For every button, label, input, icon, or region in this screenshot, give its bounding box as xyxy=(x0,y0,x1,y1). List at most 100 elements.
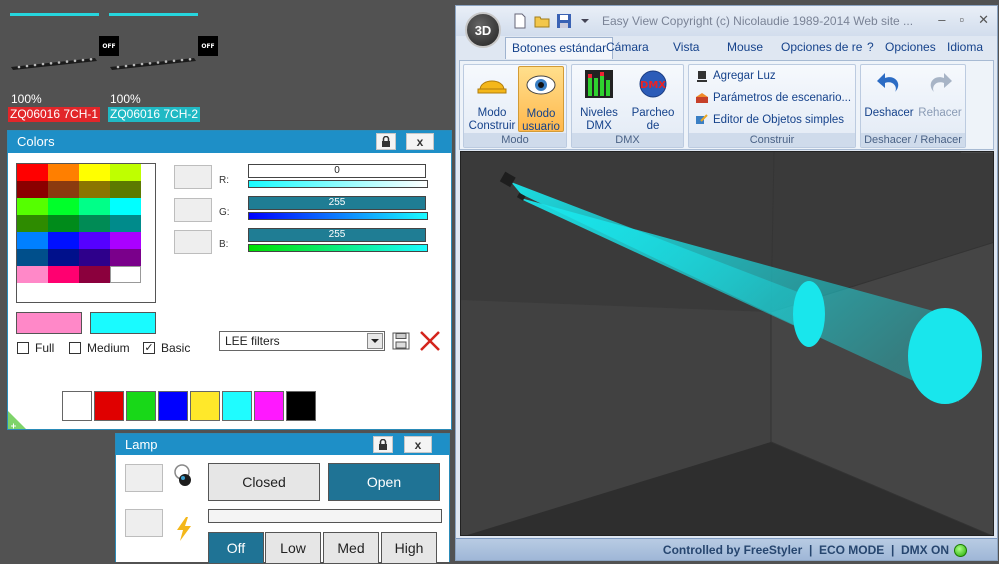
swatch[interactable] xyxy=(79,198,110,215)
fixture-2-name[interactable]: ZQ06016 7CH-2 xyxy=(108,107,201,122)
swatch[interactable] xyxy=(48,232,79,249)
medium-check[interactable]: Medium xyxy=(69,341,130,355)
maximize-icon[interactable]: ▫ xyxy=(959,12,964,28)
swatch[interactable] xyxy=(48,249,79,266)
tab-camara[interactable]: Cámara xyxy=(606,40,649,54)
preset-swatch[interactable] xyxy=(62,391,92,421)
swatch[interactable] xyxy=(79,249,110,266)
swatch[interactable] xyxy=(110,249,141,266)
parametros-escenario-button[interactable]: Parámetros de escenario... xyxy=(695,91,851,105)
blue-slider[interactable] xyxy=(248,244,428,252)
tab-mouse[interactable]: Mouse xyxy=(727,40,763,54)
app-orb-button[interactable]: 3D xyxy=(465,12,501,48)
minimize-icon[interactable]: – xyxy=(938,12,945,28)
red-slider[interactable] xyxy=(248,180,428,188)
agregar-luz-button[interactable]: Agregar Luz xyxy=(695,69,776,83)
new-file-icon[interactable] xyxy=(512,13,528,29)
swatch[interactable] xyxy=(79,181,110,198)
swatch[interactable] xyxy=(48,198,79,215)
swatch[interactable] xyxy=(110,215,141,232)
swatch[interactable] xyxy=(17,181,48,198)
tab-botones-estandar[interactable]: Botones estándar xyxy=(505,37,614,59)
quick-access-menu-icon[interactable] xyxy=(580,13,590,29)
lamp-panel-titlebar[interactable]: Lamp x xyxy=(116,434,449,455)
fixture-2-icon[interactable] xyxy=(108,55,198,71)
3d-viewport[interactable] xyxy=(460,151,994,536)
fixture-1-name[interactable]: ZQ06016 7CH-1 xyxy=(8,107,101,122)
swatch[interactable] xyxy=(17,249,48,266)
lamp-low-button[interactable]: Low xyxy=(265,532,321,564)
basic-check[interactable]: ✓ Basic xyxy=(143,341,190,355)
rehacer-button[interactable]: Rehacer xyxy=(915,66,965,132)
swatch[interactable] xyxy=(17,215,48,232)
basic-checkbox[interactable]: ✓ xyxy=(143,342,155,354)
modo-usuario-button[interactable]: Modo usuario xyxy=(518,66,564,133)
lamp-action-button[interactable] xyxy=(125,509,163,537)
preset-swatch[interactable] xyxy=(222,391,252,421)
delete-icon[interactable] xyxy=(418,330,442,352)
swatch[interactable] xyxy=(79,215,110,232)
swatch[interactable] xyxy=(110,266,141,283)
lamp-close-button[interactable]: x xyxy=(404,436,432,453)
tab-idioma[interactable]: Idioma xyxy=(947,40,983,54)
swatch[interactable] xyxy=(48,181,79,198)
preset-swatch[interactable] xyxy=(190,391,220,421)
deshacer-button[interactable]: Deshacer xyxy=(863,66,915,132)
open-folder-icon[interactable] xyxy=(534,13,550,29)
swatch[interactable] xyxy=(17,266,48,283)
modo-construir-button[interactable]: Modo Construir xyxy=(468,66,516,132)
red-value[interactable]: 0 xyxy=(248,164,426,178)
swatch[interactable] xyxy=(48,266,79,283)
swatch[interactable] xyxy=(79,266,110,283)
tab-help[interactable]: ? xyxy=(867,40,874,54)
resize-grip-icon[interactable] xyxy=(8,409,28,429)
swatch[interactable] xyxy=(48,215,79,232)
swatch[interactable] xyxy=(110,232,141,249)
parcheo-universos-button[interactable]: DMX Parcheo de Universos xyxy=(624,66,682,145)
niveles-dmx-button[interactable]: Niveles DMX xyxy=(576,66,622,132)
color-action-button-3[interactable] xyxy=(174,230,212,254)
chevron-down-icon[interactable] xyxy=(367,333,383,349)
swatch[interactable] xyxy=(110,198,141,215)
tab-opciones[interactable]: Opciones xyxy=(885,40,936,54)
preset-swatch[interactable] xyxy=(126,391,156,421)
color-action-button-1[interactable] xyxy=(174,165,212,189)
full-check[interactable]: Full xyxy=(17,341,54,355)
color-action-button-2[interactable] xyxy=(174,198,212,222)
preset-swatch[interactable] xyxy=(254,391,284,421)
green-slider[interactable] xyxy=(248,212,428,220)
swatch[interactable] xyxy=(79,164,110,181)
lamp-med-button[interactable]: Med xyxy=(323,532,379,564)
shutter-open-button[interactable]: Open xyxy=(328,463,440,501)
swatch[interactable] xyxy=(110,181,141,198)
lamp-off-button[interactable]: Off xyxy=(208,532,264,564)
shutter-action-button[interactable] xyxy=(125,464,163,492)
lock-icon[interactable] xyxy=(373,436,393,453)
preset-swatch[interactable] xyxy=(286,391,316,421)
lock-icon[interactable] xyxy=(376,133,396,150)
fixture-1-off-badge[interactable]: OFF xyxy=(99,36,119,56)
window-titlebar[interactable]: 3D Easy View Copyright (c) Nicolaudie 19… xyxy=(456,6,997,48)
save-icon[interactable] xyxy=(556,13,572,29)
preset-swatch[interactable] xyxy=(158,391,188,421)
swatch[interactable] xyxy=(79,232,110,249)
editor-objetos-button[interactable]: Editor de Objetos simples xyxy=(695,113,844,127)
swatch[interactable] xyxy=(17,164,48,181)
tab-opciones-de-render[interactable]: Opciones de re xyxy=(781,40,862,54)
lamp-high-button[interactable]: High xyxy=(381,532,437,564)
swatch[interactable] xyxy=(17,232,48,249)
preset-swatch[interactable] xyxy=(94,391,124,421)
medium-checkbox[interactable] xyxy=(69,342,81,354)
save-icon[interactable] xyxy=(392,332,410,350)
fixture-1-icon[interactable] xyxy=(9,55,99,71)
swatch[interactable] xyxy=(48,164,79,181)
colors-panel-titlebar[interactable]: Colors x xyxy=(8,131,451,153)
filter-select[interactable]: LEE filters xyxy=(219,331,385,351)
tab-vista[interactable]: Vista xyxy=(673,40,699,54)
shutter-closed-button[interactable]: Closed xyxy=(208,463,320,501)
blue-value[interactable]: 255 xyxy=(248,228,426,242)
swatch[interactable] xyxy=(17,198,48,215)
close-icon[interactable]: ✕ xyxy=(978,12,989,28)
swatch[interactable] xyxy=(110,164,141,181)
green-value[interactable]: 255 xyxy=(248,196,426,210)
